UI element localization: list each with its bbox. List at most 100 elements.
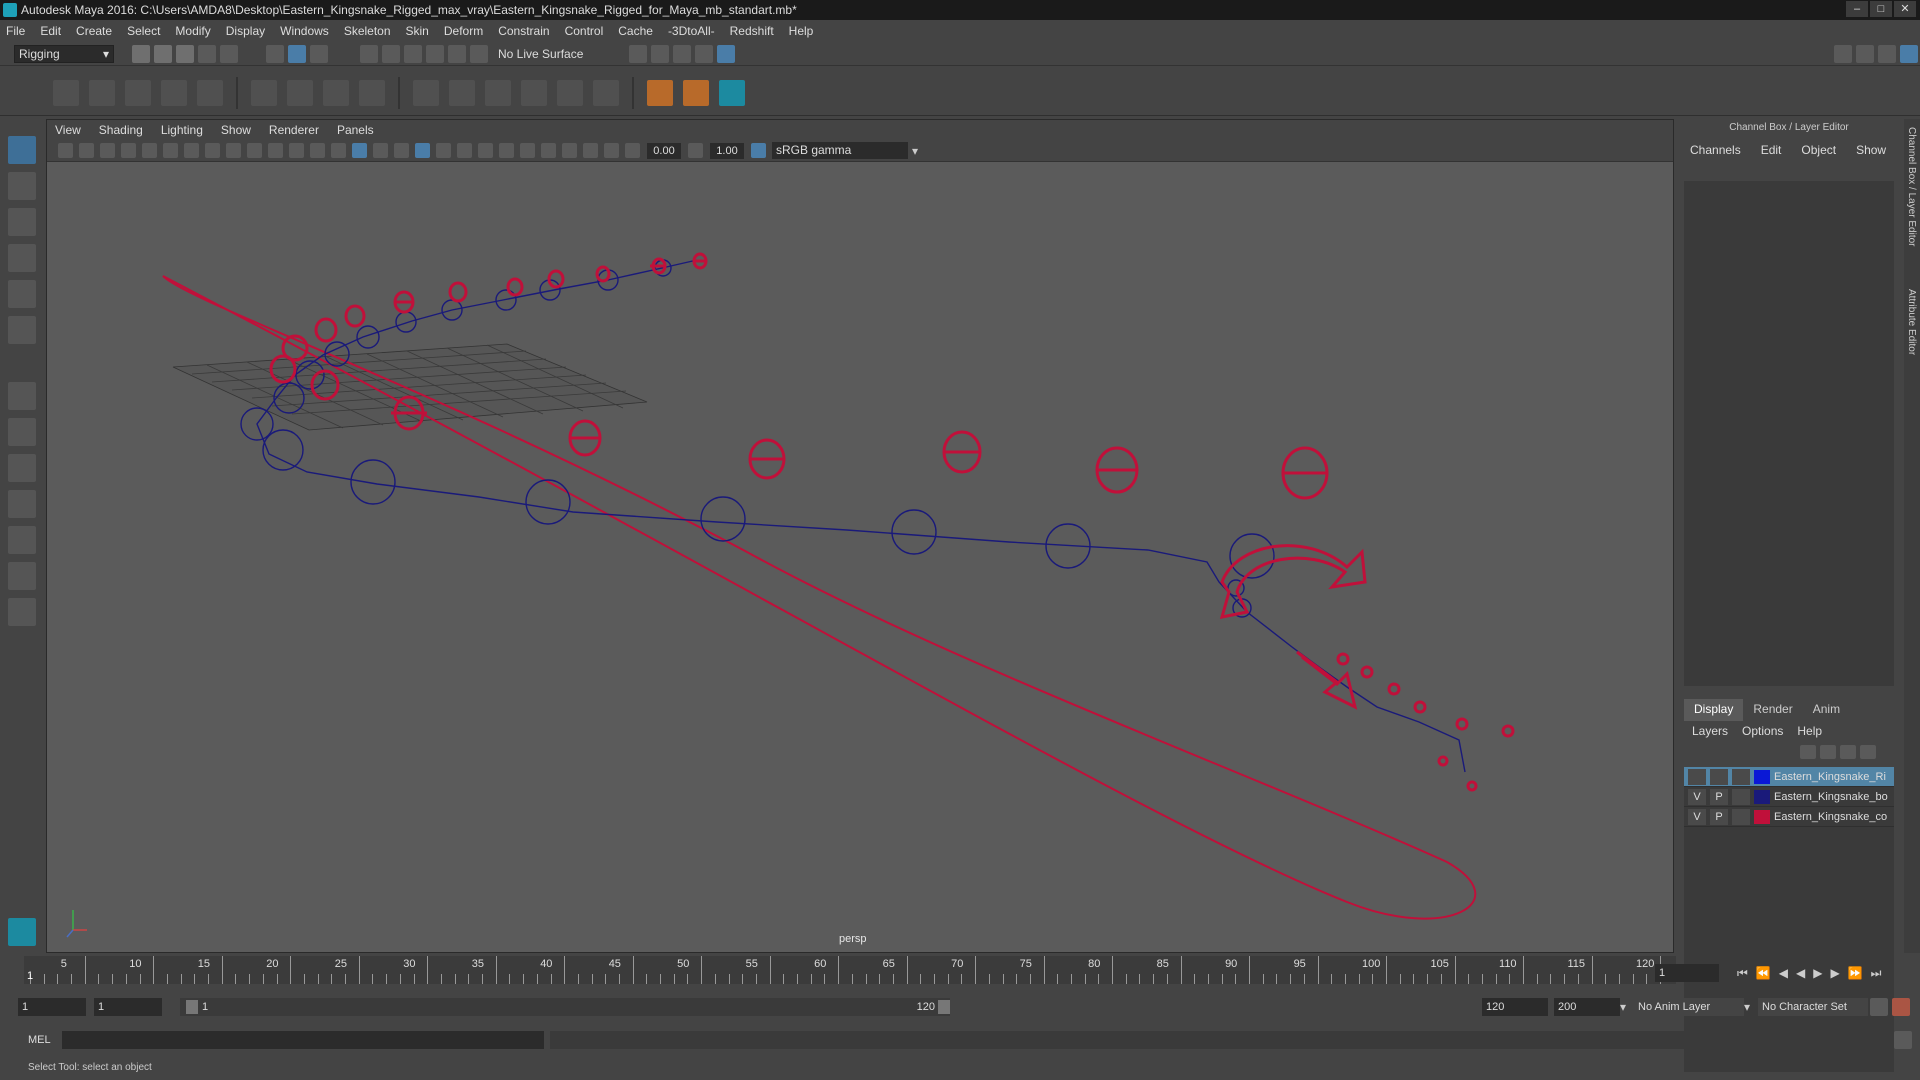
- viewport-menu-lighting[interactable]: Lighting: [161, 123, 203, 137]
- move-layer-up-icon[interactable]: [1800, 745, 1816, 759]
- layer-playback-toggle[interactable]: P: [1710, 788, 1728, 805]
- maximize-button[interactable]: □: [1870, 1, 1892, 17]
- viewport-menu-view[interactable]: View: [55, 123, 81, 137]
- viewport-panel[interactable]: View Shading Lighting Show Renderer Panels 0.…: [46, 119, 1674, 953]
- layer-color-swatch[interactable]: [1754, 789, 1770, 804]
- layer-row[interactable]: Eastern_Kingsnake_Ri: [1684, 767, 1894, 787]
- snap-surface-icon[interactable]: [448, 44, 466, 63]
- layer-display-type-toggle[interactable]: [1732, 808, 1750, 825]
- gate-mask-icon[interactable]: [247, 143, 262, 158]
- channel-box-menu-channels[interactable]: Channels: [1690, 143, 1741, 157]
- film-gate-icon[interactable]: [205, 143, 220, 158]
- open-scene-icon[interactable]: [154, 44, 172, 63]
- new-layer-selected-icon[interactable]: [1860, 745, 1876, 759]
- layer-row[interactable]: V P Eastern_Kingsnake_bo: [1684, 787, 1894, 807]
- view-transform-dropdown[interactable]: sRGB gamma: [772, 142, 908, 159]
- character-set-dropdown[interactable]: No Character Set: [1758, 998, 1868, 1016]
- backface-icon[interactable]: [604, 143, 619, 158]
- color-management-icon[interactable]: [751, 143, 766, 158]
- 2d-pan-zoom-icon[interactable]: [142, 143, 157, 158]
- auto-key-icon[interactable]: [1870, 998, 1888, 1016]
- playback-end-field[interactable]: 120: [1482, 998, 1548, 1016]
- menu-select[interactable]: Select: [127, 24, 160, 38]
- xray-active-icon[interactable]: [583, 143, 598, 158]
- layer-visibility-toggle[interactable]: V: [1688, 808, 1706, 825]
- step-back-key-icon[interactable]: ◀: [1779, 966, 1788, 980]
- select-tool-icon[interactable]: [8, 136, 36, 164]
- snap-point-icon[interactable]: [404, 44, 422, 63]
- anim-end-field[interactable]: 200: [1554, 998, 1620, 1016]
- close-button[interactable]: ✕: [1894, 1, 1916, 17]
- snap-curve-icon[interactable]: [382, 44, 400, 63]
- hypershade-layout-icon[interactable]: [8, 562, 36, 590]
- textured-icon[interactable]: [394, 143, 409, 158]
- aim-constraint-icon[interactable]: [593, 79, 619, 106]
- safe-title-icon[interactable]: [310, 143, 325, 158]
- wireframe-icon[interactable]: [331, 143, 346, 158]
- joint-tool-icon[interactable]: [53, 79, 79, 106]
- rotate-tool-icon[interactable]: [8, 280, 36, 308]
- lattice-icon[interactable]: [251, 79, 277, 106]
- layer-menu-help[interactable]: Help: [1797, 724, 1822, 738]
- ambient-occlusion-icon[interactable]: [478, 143, 493, 158]
- viewport-menu-panels[interactable]: Panels: [337, 123, 374, 137]
- menu-skin[interactable]: Skin: [406, 24, 429, 38]
- chevron-down-icon[interactable]: ▾: [912, 144, 918, 158]
- modeling-toolkit-icon[interactable]: [1834, 44, 1852, 63]
- orient-constraint-icon[interactable]: [521, 79, 547, 106]
- maya-m-icon[interactable]: [719, 79, 745, 106]
- current-time-indicator[interactable]: 1: [27, 970, 33, 982]
- layer-menu-layers[interactable]: Layers: [1692, 724, 1728, 738]
- select-object-icon[interactable]: [288, 44, 306, 63]
- shadows-icon[interactable]: [457, 143, 472, 158]
- layer-tab-render[interactable]: Render: [1743, 699, 1802, 721]
- smooth-shade-icon[interactable]: [352, 143, 367, 158]
- field-chart-icon[interactable]: [268, 143, 283, 158]
- layer-tab-anim[interactable]: Anim: [1803, 699, 1850, 721]
- hypershade-icon[interactable]: [717, 44, 736, 63]
- menu-create[interactable]: Create: [76, 24, 112, 38]
- layer-color-swatch[interactable]: [1754, 809, 1770, 824]
- point-constraint-icon[interactable]: [485, 79, 511, 106]
- channel-box-side-tab[interactable]: Channel Box / Layer Editor: [1906, 127, 1917, 247]
- layer-display-type-toggle[interactable]: [1732, 788, 1750, 805]
- select-component-icon[interactable]: [310, 44, 328, 63]
- playback-start-field[interactable]: 1: [94, 998, 162, 1016]
- resolution-gate-icon[interactable]: [226, 143, 241, 158]
- menu-set-dropdown[interactable]: Rigging ▾: [14, 44, 114, 63]
- render-settings-icon[interactable]: [629, 44, 648, 63]
- layer-color-swatch[interactable]: [1754, 769, 1770, 784]
- gamma-field[interactable]: 1.00: [710, 142, 744, 159]
- render-view-icon[interactable]: [695, 44, 714, 63]
- pole-vector-icon[interactable]: [683, 79, 709, 106]
- default-material-icon[interactable]: [373, 143, 388, 158]
- custom-layout-icon[interactable]: [8, 598, 36, 626]
- menu-help[interactable]: Help: [789, 24, 814, 38]
- tool-settings-icon[interactable]: [1878, 44, 1896, 63]
- anim-start-field[interactable]: 1: [18, 998, 86, 1016]
- exposure-icon[interactable]: [625, 143, 640, 158]
- lasso-tool-icon[interactable]: [8, 172, 36, 200]
- parent-constraint-icon[interactable]: [449, 79, 475, 106]
- channel-list[interactable]: [1684, 181, 1894, 686]
- channel-box-menu-object[interactable]: Object: [1801, 143, 1836, 157]
- viewport-menu-show[interactable]: Show: [221, 123, 251, 137]
- step-back-icon[interactable]: ⏪: [1756, 966, 1771, 980]
- script-editor-icon[interactable]: [1894, 1031, 1912, 1049]
- scale-constraint-icon[interactable]: [557, 79, 583, 106]
- layer-display-type-toggle[interactable]: [1732, 768, 1750, 785]
- camera-attributes-icon[interactable]: [79, 143, 94, 158]
- orient-joint-icon[interactable]: [197, 79, 223, 106]
- snap-grid-icon[interactable]: [360, 44, 378, 63]
- ipr-render-icon[interactable]: [673, 44, 692, 63]
- channel-box-menu-show[interactable]: Show: [1856, 143, 1886, 157]
- safe-action-icon[interactable]: [289, 143, 304, 158]
- attribute-editor-toggle-icon[interactable]: [1856, 44, 1874, 63]
- menu-display[interactable]: Display: [226, 24, 265, 38]
- menu-cache[interactable]: Cache: [618, 24, 653, 38]
- bookmark-icon[interactable]: [100, 143, 115, 158]
- grease-pencil-icon[interactable]: [163, 143, 178, 158]
- layer-playback-toggle[interactable]: [1710, 768, 1728, 785]
- channel-box-menu-edit[interactable]: Edit: [1761, 143, 1782, 157]
- graph-editor-layout-icon[interactable]: [8, 526, 36, 554]
